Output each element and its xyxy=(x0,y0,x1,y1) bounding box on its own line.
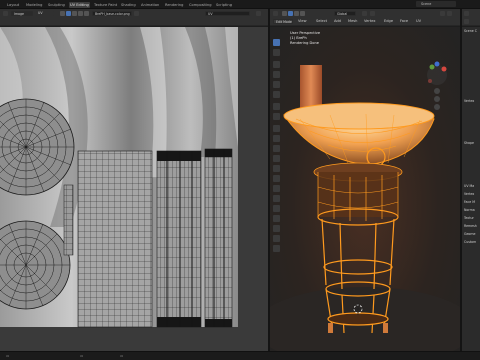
uv-menu-viewport[interactable]: UV xyxy=(416,19,421,23)
properties-header xyxy=(462,9,480,26)
viewport-canvas[interactable]: User Perspective (1) BrePh Rendering Don… xyxy=(270,27,460,351)
shading-icon[interactable] xyxy=(447,11,452,16)
shrink-fatten-tool-icon[interactable] xyxy=(273,215,280,222)
status-bar: ▭ ▭ ▭ xyxy=(0,351,480,360)
rip-tool-icon[interactable] xyxy=(273,235,280,242)
loop-cut-tool-icon[interactable] xyxy=(273,155,280,162)
uv-island-small-strip[interactable] xyxy=(63,184,74,256)
rotate-tool-icon[interactable] xyxy=(273,71,280,78)
knife-tool-icon[interactable] xyxy=(273,165,280,172)
view-options-icon[interactable] xyxy=(256,11,261,16)
tab-compositing[interactable]: Compositing xyxy=(188,2,213,8)
add-cube-tool-icon[interactable] xyxy=(273,245,280,252)
uv-maps-panel[interactable]: UV Ma xyxy=(464,183,480,189)
shape-keys-panel[interactable]: Shape xyxy=(464,140,480,146)
custom-properties-panel[interactable]: Custom xyxy=(464,239,480,245)
editor-type-icon[interactable] xyxy=(3,11,8,16)
uv-menu[interactable]: UV xyxy=(36,11,54,16)
tab-modeling[interactable]: Modeling xyxy=(25,2,43,8)
uv-sync-icon[interactable] xyxy=(60,11,65,16)
tab-texture-paint[interactable]: Texture Paint xyxy=(93,2,118,8)
uv-editor-mode-dropdown[interactable]: Image xyxy=(11,11,33,16)
inset-tool-icon[interactable] xyxy=(273,135,280,142)
texture-space-panel[interactable]: Textur xyxy=(464,215,480,221)
island-select-icon[interactable] xyxy=(84,11,89,16)
vertex-select-icon[interactable] xyxy=(66,11,71,16)
tab-shading[interactable]: Shading xyxy=(120,2,137,8)
face-menu[interactable]: Face xyxy=(400,19,408,23)
uv-zoom-icon[interactable] xyxy=(254,31,261,38)
annotate-tool-icon[interactable] xyxy=(273,103,280,110)
uv-pan-icon[interactable] xyxy=(254,40,261,47)
edge-select-icon[interactable] xyxy=(72,11,77,16)
poly-build-tool-icon[interactable] xyxy=(273,175,280,182)
vertex-menu[interactable]: Vertex xyxy=(364,19,376,23)
shear-tool-icon[interactable] xyxy=(273,225,280,232)
status-mouse-left-icon: ▭ xyxy=(6,354,10,358)
normals-panel[interactable]: Norma xyxy=(464,207,480,213)
viewport-editor-type-icon[interactable] xyxy=(273,11,278,16)
smooth-tool-icon[interactable] xyxy=(273,195,280,202)
vertex-mode-icon[interactable] xyxy=(282,11,287,16)
outliner-icon[interactable] xyxy=(464,11,469,16)
remesh-panel[interactable]: Remesh xyxy=(464,223,480,229)
uv-editor-canvas[interactable] xyxy=(0,27,268,351)
transform-tool-icon[interactable] xyxy=(273,91,280,98)
snap-icon[interactable] xyxy=(362,11,367,16)
face-select-icon[interactable] xyxy=(78,11,83,16)
area-divider-left[interactable] xyxy=(268,9,270,354)
pin-icon[interactable] xyxy=(134,11,139,16)
mesh-menu[interactable]: Mesh xyxy=(348,19,357,23)
tab-rendering[interactable]: Rendering xyxy=(164,2,184,8)
scene-selector[interactable]: Scene xyxy=(416,1,456,7)
outliner-scene-row[interactable]: Scene C xyxy=(464,28,480,34)
render-status-label: Rendering Done xyxy=(290,41,319,45)
edge-mode-icon[interactable] xyxy=(288,11,293,16)
xray-icon[interactable] xyxy=(300,11,305,16)
select-menu[interactable]: Select xyxy=(316,19,327,23)
properties-panel xyxy=(462,27,480,351)
face-maps-panel[interactable]: Face M xyxy=(464,199,480,205)
tab-layout[interactable]: Layout xyxy=(6,2,20,8)
uv-map-dropdown[interactable]: UV xyxy=(205,11,250,16)
bevel-tool-icon[interactable] xyxy=(273,145,280,152)
move-tool-icon[interactable] xyxy=(273,61,280,68)
status-mouse-right-icon: ▭ xyxy=(120,354,124,358)
uv-editor-header: Image UV BrePH_base-color.png UV xyxy=(0,9,268,26)
overlays-icon[interactable] xyxy=(440,11,445,16)
navigation-gizmo[interactable] xyxy=(427,61,447,86)
extrude-tool-icon[interactable] xyxy=(273,125,280,132)
transform-orientation-dropdown[interactable]: Global xyxy=(334,11,356,16)
spin-tool-icon[interactable] xyxy=(273,185,280,192)
viewport-header: Global Edit Mode View Select Add Mesh Ve… xyxy=(270,9,460,26)
measure-tool-icon[interactable] xyxy=(273,113,280,120)
uv-island-ring-strips[interactable] xyxy=(77,150,153,328)
tab-uv-editing[interactable]: UV Editing xyxy=(69,2,90,8)
scale-tool-icon[interactable] xyxy=(273,81,280,88)
uv-texture-image xyxy=(0,27,268,351)
edge-menu[interactable]: Edge xyxy=(384,19,393,23)
tab-scripting[interactable]: Scripting xyxy=(215,2,233,8)
add-menu[interactable]: Add xyxy=(334,19,341,23)
geometry-data-panel[interactable]: Geome xyxy=(464,231,480,237)
edge-slide-tool-icon[interactable] xyxy=(273,205,280,212)
cursor-tool-icon[interactable] xyxy=(273,49,280,56)
face-mode-icon[interactable] xyxy=(294,11,299,16)
viewport-nav-buttons[interactable] xyxy=(434,88,440,110)
viewport-info: User Perspective (1) BrePh Rendering Don… xyxy=(290,31,320,46)
tab-animation[interactable]: Animation xyxy=(140,2,160,8)
viewport-scene xyxy=(270,61,460,351)
view-menu[interactable]: View xyxy=(298,19,307,23)
vertex-colors-panel[interactable]: Vertex xyxy=(464,191,480,197)
uv-island-columns[interactable] xyxy=(156,148,233,328)
workspace-bar: Layout Modeling Sculpting UV Editing Tex… xyxy=(0,0,480,9)
mode-dropdown[interactable]: Edit Mode xyxy=(273,19,293,24)
vertex-groups-panel[interactable]: Vertex xyxy=(464,98,480,104)
select-box-tool-icon[interactable] xyxy=(273,39,280,46)
proportional-edit-icon[interactable] xyxy=(370,11,375,16)
tab-sculpting[interactable]: Sculpting xyxy=(47,2,66,8)
image-browse-dropdown[interactable]: BrePH_base-color.png xyxy=(92,11,132,16)
status-mouse-middle-icon: ▭ xyxy=(80,354,84,358)
filter-icon[interactable] xyxy=(464,19,469,24)
